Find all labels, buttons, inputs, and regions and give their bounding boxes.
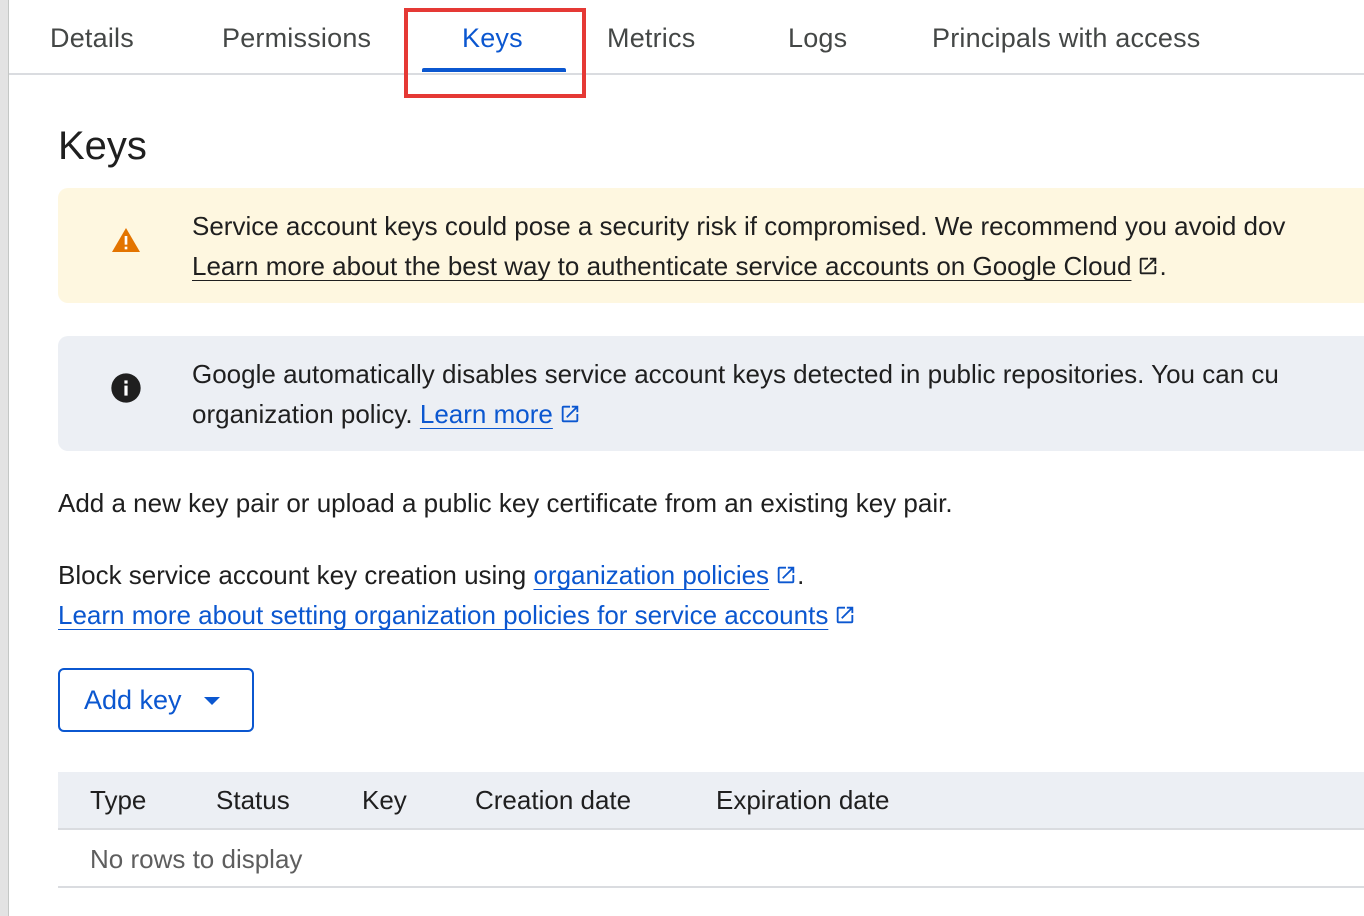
left-panel-edge <box>0 0 8 916</box>
tab-keys[interactable]: Keys <box>462 0 523 73</box>
external-link-icon <box>1140 257 1157 275</box>
info-learn-more-link[interactable]: Learn more <box>420 399 553 429</box>
tab-metrics[interactable]: Metrics <box>607 0 695 73</box>
organization-policies-link[interactable]: organization policies <box>533 560 769 590</box>
column-header-status[interactable]: Status <box>216 772 290 828</box>
column-header-type[interactable]: Type <box>90 772 146 828</box>
left-panel-divider <box>8 0 9 916</box>
column-header-expiration-date[interactable]: Expiration date <box>716 772 889 828</box>
keys-description: Add a new key pair or upload a public ke… <box>58 488 953 518</box>
external-link-icon <box>837 606 854 624</box>
info-banner: Google automatically disables service ac… <box>58 336 1364 451</box>
learn-more-org-policies-link[interactable]: Learn more about setting organization po… <box>58 600 828 630</box>
block-creation-line: Block service account key creation using… <box>58 555 804 595</box>
authenticate-service-accounts-link[interactable]: Learn more about the best way to authent… <box>192 251 1131 281</box>
add-key-button[interactable]: Add key <box>58 668 254 732</box>
info-icon <box>111 373 141 403</box>
table-empty-row: No rows to display <box>58 830 1364 888</box>
keys-table: Type Status Key Creation date Expiration… <box>58 772 1364 888</box>
warning-link-period: . <box>1159 251 1167 281</box>
external-link-icon <box>777 566 795 584</box>
column-header-creation-date[interactable]: Creation date <box>475 772 631 828</box>
info-message-line2: organization policy. Learn more <box>192 394 1364 434</box>
block-creation-text: Block service account key creation using <box>58 560 527 590</box>
warning-banner-text: Service account keys could pose a securi… <box>192 206 1364 286</box>
tab-permissions[interactable]: Permissions <box>222 0 371 73</box>
dropdown-caret-icon <box>204 697 220 705</box>
info-banner-text: Google automatically disables service ac… <box>192 354 1364 434</box>
warning-icon <box>112 228 140 252</box>
table-header-row: Type Status Key Creation date Expiration… <box>58 772 1364 830</box>
external-link-icon <box>561 405 579 423</box>
tab-details[interactable]: Details <box>50 0 134 73</box>
tab-principals-with-access[interactable]: Principals with access <box>932 0 1201 73</box>
info-message-continued: organization policy. <box>192 399 413 429</box>
page-title: Keys <box>58 124 147 168</box>
column-header-key[interactable]: Key <box>362 772 407 828</box>
tab-logs[interactable]: Logs <box>788 0 847 73</box>
add-key-label: Add key <box>84 684 182 715</box>
warning-message: Service account keys could pose a securi… <box>192 211 1286 241</box>
info-message: Google automatically disables service ac… <box>192 359 1279 389</box>
empty-state-text: No rows to display <box>90 844 303 874</box>
active-tab-indicator <box>422 68 566 72</box>
block-period: . <box>797 560 805 590</box>
warning-link-line: Learn more about the best way to authent… <box>192 246 1364 286</box>
warning-banner: Service account keys could pose a securi… <box>58 188 1364 303</box>
tab-bar: Details Permissions Keys Metrics Logs Pr… <box>9 0 1364 75</box>
learn-more-policies-line: Learn more about setting organization po… <box>58 595 856 635</box>
